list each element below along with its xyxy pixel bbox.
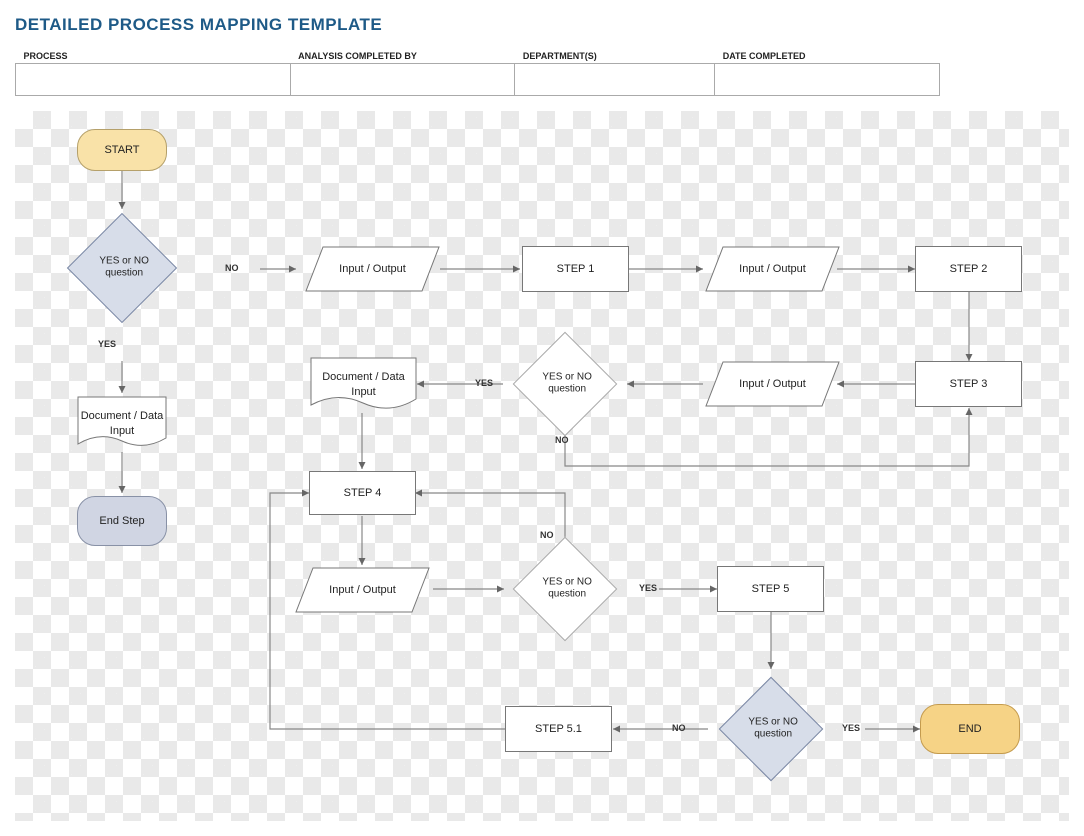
decision-q3: YES or NO question — [513, 537, 618, 642]
io-2: Input / Output — [705, 246, 840, 292]
decision-q1: YES or NO question — [67, 213, 177, 323]
header-date-label: DATE COMPLETED — [715, 47, 940, 64]
io-4: Input / Output — [295, 567, 430, 613]
header-process-label: PROCESS — [16, 47, 291, 64]
document-input-2: Document / Data Input — [310, 357, 417, 412]
header-process-cell[interactable] — [16, 64, 291, 96]
q4-no-label: NO — [672, 723, 686, 733]
q1-no-label: NO — [225, 263, 239, 273]
header-analysis-cell[interactable] — [290, 64, 515, 96]
decision-q2: YES or NO question — [513, 332, 618, 437]
header-department-cell[interactable] — [515, 64, 715, 96]
q4-yes-label: YES — [842, 723, 860, 733]
decision-q4: YES or NO question — [719, 677, 824, 782]
q3-yes-label: YES — [639, 583, 657, 593]
header-department-label: DEPARTMENT(S) — [515, 47, 715, 64]
q3-no-label: NO — [540, 530, 554, 540]
step-1: STEP 1 — [522, 246, 629, 292]
step-5-1: STEP 5.1 — [505, 706, 612, 752]
flowchart-canvas: START YES or NO question NO YES Document… — [15, 111, 1069, 821]
q2-no-label: NO — [555, 435, 569, 445]
step-4: STEP 4 — [309, 471, 416, 515]
q1-yes-label: YES — [98, 339, 116, 349]
q2-yes-label: YES — [475, 378, 493, 388]
step-3: STEP 3 — [915, 361, 1022, 407]
step-5: STEP 5 — [717, 566, 824, 612]
start-node: START — [77, 129, 167, 171]
io-3: Input / Output — [705, 361, 840, 407]
header-analysis-label: ANALYSIS COMPLETED BY — [290, 47, 515, 64]
header-date-cell[interactable] — [715, 64, 940, 96]
page-title: DETAILED PROCESS MAPPING TEMPLATE — [15, 15, 1069, 35]
document-input-1: Document / Data Input — [77, 396, 167, 451]
io-1: Input / Output — [305, 246, 440, 292]
step-2: STEP 2 — [915, 246, 1022, 292]
end-node: END — [920, 704, 1020, 754]
end-step-node: End Step — [77, 496, 167, 546]
header-table: PROCESS ANALYSIS COMPLETED BY DEPARTMENT… — [15, 47, 940, 96]
